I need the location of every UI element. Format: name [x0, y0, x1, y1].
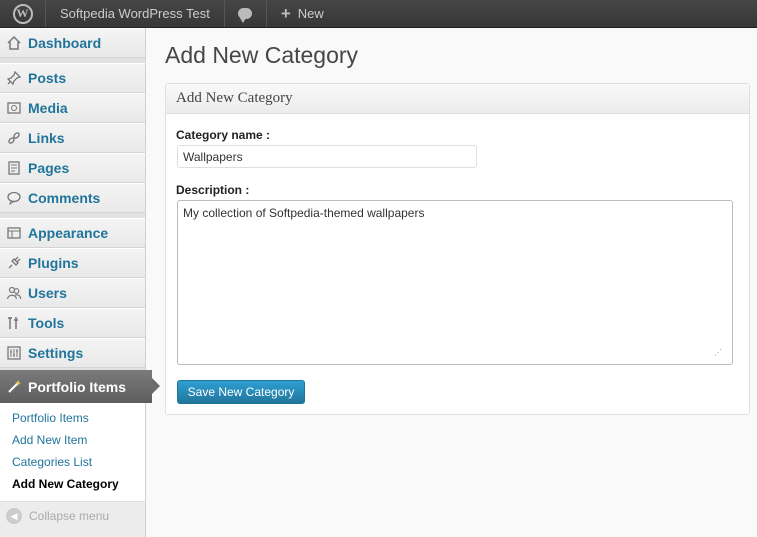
portfolio-submenu: Portfolio Items Add New Item Categories …: [0, 403, 145, 502]
description-label: Description :: [176, 183, 250, 197]
wordpress-logo-button[interactable]: W: [0, 0, 46, 27]
sidebar-item-links[interactable]: Links: [0, 123, 145, 153]
site-name-link[interactable]: Softpedia WordPress Test: [46, 0, 225, 27]
description-textarea[interactable]: My collection of Softpedia-themed wallpa…: [177, 200, 733, 365]
plus-icon: +: [280, 4, 291, 23]
admin-bar: W Softpedia WordPress Test + New: [0, 0, 757, 28]
sidebar-item-label: Tools: [28, 315, 65, 331]
sidebar-item-label: Posts: [28, 70, 67, 86]
pages-icon: [6, 160, 22, 176]
page-title: Add New Category: [165, 42, 359, 68]
new-label: New: [297, 6, 324, 21]
plug-icon: [6, 255, 22, 271]
collapse-menu-label: Collapse menu: [29, 509, 110, 523]
settings-icon: [6, 345, 22, 361]
sidebar-item-users[interactable]: Users: [0, 278, 145, 308]
category-form-box: Add New Category Category name : Descrip…: [165, 83, 750, 415]
new-content-button[interactable]: + New: [267, 0, 338, 27]
save-new-category-button[interactable]: Save New Category: [177, 380, 305, 404]
sidebar-item-pages[interactable]: Pages: [0, 153, 145, 183]
sidebar-item-comments[interactable]: Comments: [0, 183, 145, 213]
sidebar-item-label: Media: [28, 100, 68, 116]
sidebar-item-label: Dashboard: [28, 35, 102, 51]
appearance-icon: [6, 225, 22, 241]
collapse-menu-button[interactable]: ◀ Collapse menu: [6, 508, 109, 524]
dashboard-icon: [6, 35, 22, 51]
submenu-add-new-category[interactable]: Add New Category: [0, 473, 145, 495]
sidebar-item-appearance[interactable]: Appearance: [0, 218, 145, 248]
link-icon: [6, 130, 22, 146]
sidebar-item-label: Settings: [28, 345, 84, 361]
sidebar-item-label: Links: [28, 130, 65, 146]
category-name-label: Category name :: [176, 128, 271, 142]
collapse-arrow-icon: ◀: [6, 508, 22, 524]
admin-sidebar: Dashboard Posts Media Links Pages Commen…: [0, 28, 160, 537]
site-name-label: Softpedia WordPress Test: [60, 6, 210, 21]
submenu-add-new-item[interactable]: Add New Item: [0, 429, 145, 451]
sidebar-item-plugins[interactable]: Plugins: [0, 248, 145, 278]
sidebar-item-label: Appearance: [28, 225, 109, 241]
sidebar-item-posts[interactable]: Posts: [0, 63, 145, 93]
sidebar-item-tools[interactable]: Tools: [0, 308, 145, 338]
sidebar-item-portfolio-items[interactable]: Portfolio Items: [0, 370, 160, 403]
wordpress-icon: W: [12, 3, 33, 24]
tools-icon: [6, 315, 22, 331]
comment-icon: [6, 190, 22, 206]
resize-grip-icon[interactable]: ⋰: [714, 348, 744, 410]
sidebar-item-label: Pages: [28, 160, 70, 176]
sidebar-item-label: Portfolio Items: [28, 378, 127, 395]
sidebar-item-label: Users: [28, 285, 67, 301]
sidebar-item-media[interactable]: Media: [0, 93, 145, 123]
sidebar-item-dashboard[interactable]: Dashboard: [0, 28, 145, 58]
submenu-categories-list[interactable]: Categories List: [0, 451, 145, 473]
media-icon: [6, 100, 22, 116]
sidebar-item-label: Comments: [28, 190, 101, 206]
submenu-portfolio-items[interactable]: Portfolio Items: [0, 407, 145, 429]
pushpin-icon: [6, 70, 22, 86]
wand-icon: [6, 379, 22, 395]
main-content: Add New Category Add New Category Catego…: [146, 28, 757, 537]
users-icon: [6, 285, 22, 301]
box-title: Add New Category: [166, 84, 749, 114]
comment-bubble-icon: [238, 8, 253, 23]
sidebar-item-settings[interactable]: Settings: [0, 338, 145, 368]
category-name-input[interactable]: [177, 145, 477, 168]
sidebar-item-label: Plugins: [28, 255, 79, 271]
comments-button[interactable]: [225, 0, 267, 27]
